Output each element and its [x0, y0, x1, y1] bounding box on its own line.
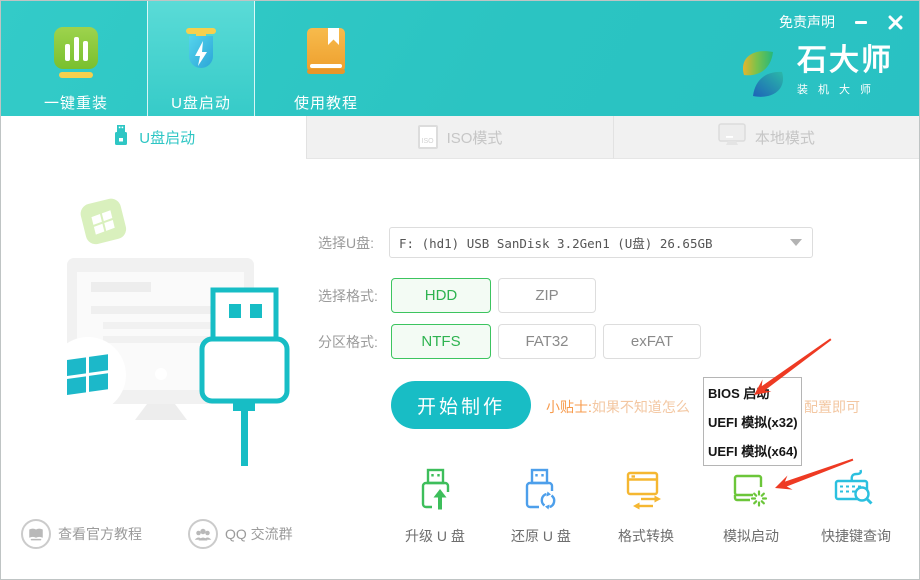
tool-label: 模拟启动: [723, 526, 779, 546]
monitor-icon: [718, 123, 746, 151]
disclaimer-link[interactable]: 免责声明: [779, 12, 835, 32]
format-label: 选择格式:: [318, 278, 378, 313]
header-tab-usb-boot[interactable]: U盘启动: [147, 1, 255, 116]
brand-name: 石大师: [797, 45, 893, 77]
tool-restore-usb[interactable]: 还原 U 盘: [496, 467, 586, 546]
usb-drive-icon: [112, 125, 130, 150]
user-group-icon: [188, 519, 218, 549]
tool-label: 格式转换: [618, 526, 674, 546]
mode-tab-label: ISO模式: [447, 127, 503, 148]
tool-label: 还原 U 盘: [511, 526, 571, 546]
mode-tab-bar: U盘启动 ISO ISO模式 本地模式: [1, 116, 919, 159]
tip-text-right: 配置即可: [804, 397, 860, 417]
tip-text-left: 小贴士:如果不知道怎么: [546, 397, 690, 417]
boot-menu-item-uefi64[interactable]: UEFI 模拟(x64): [704, 436, 801, 465]
partition-label: 分区格式:: [318, 324, 378, 359]
mode-tab-local[interactable]: 本地模式: [613, 116, 919, 159]
usb-select-label: 选择U盘:: [318, 225, 374, 260]
partition-option-fat32[interactable]: FAT32: [498, 324, 596, 359]
start-create-button[interactable]: 开始制作: [391, 381, 531, 429]
usb-restore-icon: [518, 467, 564, 518]
header-tab-tutorial[interactable]: 使用教程: [273, 1, 379, 116]
official-tutorial-link[interactable]: 查看官方教程: [21, 519, 142, 549]
brand-logo-mark-icon: [737, 45, 789, 108]
format-convert-icon: [623, 467, 669, 518]
footer-link-label: 查看官方教程: [58, 524, 142, 544]
boot-menu-item-bios[interactable]: BIOS 启动: [704, 378, 801, 407]
header-tab-label: U盘启动: [171, 92, 231, 113]
hotkey-search-icon: [833, 467, 879, 518]
main-content: 选择U盘: F: (hd1) USB SanDisk 3.2Gen1 (U盘) …: [1, 159, 919, 579]
partition-option-ntfs[interactable]: NTFS: [391, 324, 491, 359]
usb-select-value: F: (hd1) USB SanDisk 3.2Gen1 (U盘) 26.65G…: [399, 233, 790, 252]
open-book-icon: [21, 519, 51, 549]
tool-simulate-boot[interactable]: 模拟启动: [706, 467, 796, 546]
app-window: 一键重装 U盘启动: [0, 0, 920, 580]
brand-logo: 石大师 装机大师: [737, 45, 893, 108]
boot-mode-menu: BIOS 启动 UEFI 模拟(x32) UEFI 模拟(x64): [703, 377, 802, 466]
bar-chart-icon: [51, 25, 101, 86]
mode-tab-label: U盘启动: [139, 127, 195, 148]
usb-upgrade-icon: [412, 467, 458, 518]
brand-tagline: 装机大师: [797, 81, 893, 97]
qq-group-link[interactable]: QQ 交流群: [188, 519, 293, 549]
tool-format-convert[interactable]: 格式转换: [601, 467, 691, 546]
usb-shield-icon: [176, 25, 226, 86]
book-icon: [301, 25, 351, 86]
tool-label: 升级 U 盘: [405, 526, 465, 546]
boot-menu-item-uefi32[interactable]: UEFI 模拟(x32): [704, 407, 801, 436]
mode-tab-iso[interactable]: ISO ISO模式: [306, 116, 612, 159]
usb-monitor-illustration: [41, 186, 291, 476]
simulate-boot-icon: [728, 467, 774, 518]
footer-link-label: QQ 交流群: [225, 524, 293, 544]
tip-label: 小贴士:: [546, 399, 592, 415]
mode-tab-usb-boot[interactable]: U盘启动: [1, 116, 306, 159]
header-tab-reinstall[interactable]: 一键重装: [23, 1, 129, 116]
tool-label: 快捷键查询: [821, 526, 891, 546]
dropdown-caret-icon: [790, 239, 802, 246]
minimize-icon[interactable]: [853, 14, 869, 30]
iso-file-icon: ISO: [418, 125, 438, 149]
format-option-hdd[interactable]: HDD: [391, 278, 491, 313]
mode-tab-label: 本地模式: [755, 127, 815, 148]
header-tab-label: 使用教程: [294, 92, 358, 113]
tool-upgrade-usb[interactable]: 升级 U 盘: [390, 467, 480, 546]
tool-hotkey-lookup[interactable]: 快捷键查询: [811, 467, 901, 546]
format-option-zip[interactable]: ZIP: [498, 278, 596, 313]
header-tab-label: 一键重装: [44, 92, 108, 113]
close-icon[interactable]: [887, 14, 903, 30]
usb-select-dropdown[interactable]: F: (hd1) USB SanDisk 3.2Gen1 (U盘) 26.65G…: [389, 227, 813, 258]
header-bar: 一键重装 U盘启动: [1, 1, 919, 116]
partition-option-exfat[interactable]: exFAT: [603, 324, 701, 359]
